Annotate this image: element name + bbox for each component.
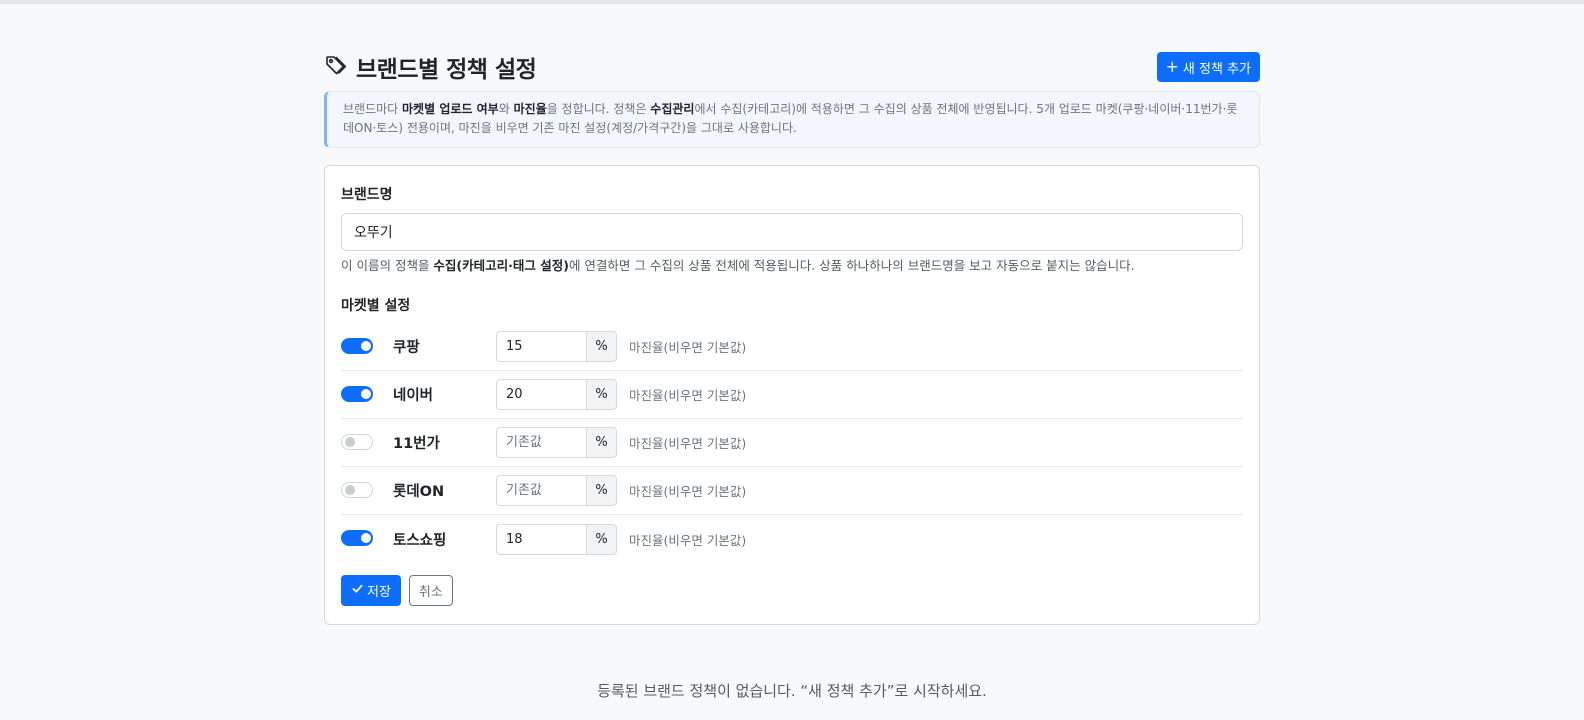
market-name: 네이버 <box>393 388 434 404</box>
market-name: 토스쇼핑 <box>393 532 447 549</box>
market-list: 쿠팡 % 마진율(비우면 기본값) 네이버 % 마진율(비우면 기본값) 11번… <box>341 323 1243 563</box>
toggle-knob <box>361 388 371 399</box>
toggle-knob <box>345 436 355 447</box>
margin-input-group: % <box>496 475 617 506</box>
add-policy-label: 새 정책 추가 <box>1182 61 1251 77</box>
toss-margin-input[interactable] <box>496 523 586 555</box>
percent-addon: % <box>586 427 617 458</box>
margin-hint: 마진율(비우면 기본값) <box>629 436 747 451</box>
brand-help-text: 이 이름의 정책을 수집(카테고리·태그 설정)에 연결하면 그 수집의 상품 … <box>341 257 1243 275</box>
naver-margin-input[interactable] <box>496 379 586 410</box>
coupang-toggle[interactable] <box>341 337 373 354</box>
naver-toggle[interactable] <box>341 385 373 402</box>
plus-icon: + <box>1165 57 1179 76</box>
percent-addon: % <box>586 523 617 555</box>
lotteon-margin-input[interactable] <box>496 475 586 506</box>
info-bold-2: 마진율 <box>513 102 547 116</box>
check-icon <box>351 582 364 599</box>
info-bold-3: 수집관리 <box>650 102 695 116</box>
margin-hint: 마진율(비우면 기본값) <box>629 484 747 499</box>
help-text-2: 에 연결하면 그 수집의 상품 전체에 적용됩니다. 상품 하나하나의 브랜드명… <box>568 258 1135 273</box>
info-text-3: 을 정합니다. 정책은 <box>546 102 651 116</box>
market-row-coupang: 쿠팡 % 마진율(비우면 기본값) <box>341 323 1243 371</box>
market-name: 쿠팡 <box>393 340 420 356</box>
market-settings-label: 마켓별 설정 <box>341 298 411 314</box>
11st-toggle[interactable] <box>341 433 373 450</box>
save-button[interactable]: 저장 <box>341 575 401 606</box>
percent-addon: % <box>586 475 617 506</box>
market-row-toss: 토스쇼핑 % 마진율(비우면 기본값) <box>341 515 1243 563</box>
margin-input-group: % <box>496 427 617 458</box>
top-border <box>0 0 1584 4</box>
policy-form-card: 브랜드명 이 이름의 정책을 수집(카테고리·태그 설정)에 연결하면 그 수집… <box>324 165 1260 625</box>
info-alert: 브랜드마다 마켓별 업로드 여부와 마진율을 정합니다. 정책은 수집관리에서 … <box>324 91 1260 148</box>
percent-addon: % <box>586 379 617 410</box>
market-row-11st: 11번가 % 마진율(비우면 기본값) <box>341 419 1243 467</box>
margin-input-group: % <box>496 331 617 362</box>
toggle-knob <box>345 484 355 495</box>
margin-hint: 마진율(비우면 기본값) <box>629 388 747 403</box>
brand-name-input[interactable] <box>341 213 1243 251</box>
11st-margin-input[interactable] <box>496 427 586 458</box>
toggle-knob <box>361 533 371 543</box>
save-label: 저장 <box>367 585 391 600</box>
toss-toggle[interactable] <box>341 530 373 546</box>
percent-addon: % <box>586 331 617 362</box>
toggle-knob <box>361 340 371 351</box>
info-bold-1: 마켓별 업로드 여부 <box>402 102 499 116</box>
market-row-naver: 네이버 % 마진율(비우면 기본값) <box>341 371 1243 419</box>
brand-name-label: 브랜드명 <box>341 187 393 203</box>
form-actions: 저장 취소 <box>341 575 1243 606</box>
coupang-margin-input[interactable] <box>496 331 586 362</box>
market-row-lotteon: 롯데ON % 마진율(비우면 기본값) <box>341 467 1243 515</box>
market-name: 11번가 <box>393 436 440 452</box>
info-text-2: 와 <box>498 102 514 116</box>
margin-input-group: % <box>496 523 617 555</box>
page-title: 브랜드별 정책 설정 <box>356 57 537 83</box>
help-bold: 수집(카테고리·태그 설정) <box>433 258 569 273</box>
add-policy-button[interactable]: + 새 정책 추가 <box>1156 52 1260 82</box>
main-container: 브랜드별 정책 설정 + 새 정책 추가 브랜드마다 마켓별 업로드 여부와 마… <box>324 52 1260 625</box>
margin-input-group: % <box>496 379 617 410</box>
margin-hint: 마진율(비우면 기본값) <box>629 340 747 355</box>
lotteon-toggle[interactable] <box>341 481 373 498</box>
title-wrap: 브랜드별 정책 설정 <box>324 50 537 84</box>
help-text-1: 이 이름의 정책을 <box>341 258 434 273</box>
market-name: 롯데ON <box>393 484 445 500</box>
margin-hint: 마진율(비우면 기본값) <box>629 532 747 548</box>
empty-state-message: 등록된 브랜드 정책이 없습니다. “새 정책 추가”로 시작하세요. <box>597 682 987 700</box>
info-text-1: 브랜드마다 <box>343 102 403 116</box>
tag-icon <box>324 53 348 81</box>
cancel-button[interactable]: 취소 <box>408 575 453 606</box>
page-header: 브랜드별 정책 설정 + 새 정책 추가 <box>324 50 1260 84</box>
